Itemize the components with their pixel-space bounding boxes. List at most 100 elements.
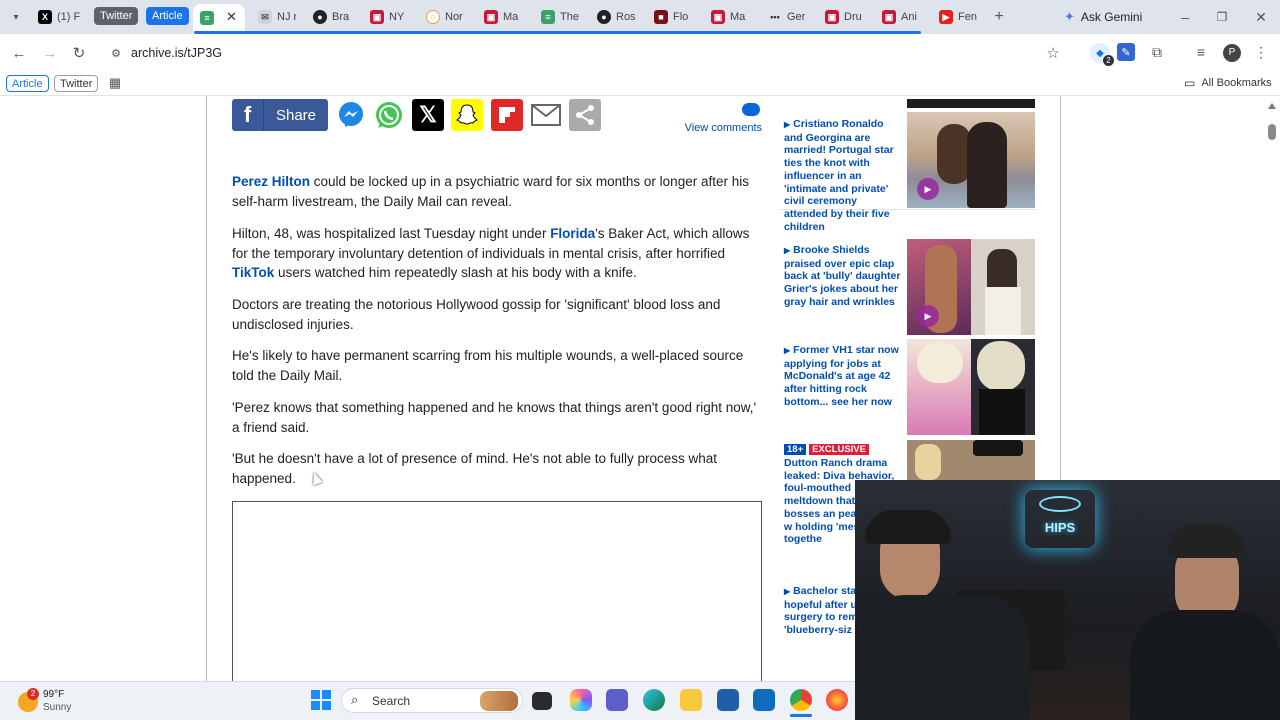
file-explorer-icon[interactable] xyxy=(680,689,702,711)
sidebar-item[interactable]: ▶ Brooke Shields praised over epic clap b… xyxy=(779,239,1037,337)
bullet-arrow-icon: ▶ xyxy=(784,346,791,355)
grammar-extension-icon[interactable]: ✎ xyxy=(1117,43,1135,61)
store-icon[interactable] xyxy=(717,689,739,711)
tab-ny[interactable]: ▣ NY xyxy=(370,6,410,28)
new-tab-icon[interactable]: + xyxy=(990,8,1008,26)
tab-ani[interactable]: ▣ Ani xyxy=(882,6,922,28)
tab-ros[interactable]: ● Ros xyxy=(597,6,637,28)
bookmark-article[interactable]: Article xyxy=(6,75,49,92)
tab-bra[interactable]: ● Bra xyxy=(313,6,353,28)
bookmark-twitter[interactable]: Twitter xyxy=(54,75,99,92)
tab-fen[interactable]: ▶ Fen xyxy=(939,6,979,28)
comment-bubble-icon xyxy=(742,103,760,116)
taskbar-search-box[interactable]: ⌕ Search xyxy=(341,688,523,713)
more-share-button[interactable] xyxy=(569,99,601,131)
tiktok-link[interactable]: TikTok xyxy=(232,265,274,280)
browser-toolbar: ← → ↻ ⚙ archive.is/tJP3G ☆ ◆ 2 ✎ ⧉ ≡ P ⋮ xyxy=(0,34,1280,72)
reload-icon[interactable]: ↻ xyxy=(70,44,88,62)
exclusive-badge: EXCLUSIVE xyxy=(809,444,869,455)
tab-ger[interactable]: ••• Ger xyxy=(768,6,808,28)
all-bookmarks-button[interactable]: ▭ All Bookmarks xyxy=(1184,76,1272,90)
back-icon[interactable]: ← xyxy=(10,44,28,62)
tab-nor[interactable]: ○ Nor xyxy=(426,6,466,28)
sidebar-item[interactable]: ▶ Former VH1 star now applying for jobs a… xyxy=(779,339,1037,437)
scroll-up-arrow-icon[interactable] xyxy=(1268,103,1276,109)
tab-label: (1) F xyxy=(57,11,80,23)
tab-the[interactable]: ≡ The xyxy=(541,6,581,28)
tab-nj[interactable]: ✉ NJ r xyxy=(258,6,296,28)
apps-grid-icon[interactable]: ▦ xyxy=(107,75,123,91)
thumbnail-image: ▶ xyxy=(907,112,1035,208)
task-view-icon[interactable] xyxy=(532,692,552,710)
thumbnail-image xyxy=(907,440,1035,480)
x-icon: 𝕏 xyxy=(419,102,437,127)
weather-widget[interactable]: 2 99°F Sunny xyxy=(18,688,118,716)
search-icon: ⌕ xyxy=(351,692,359,707)
chrome-icon[interactable] xyxy=(790,689,812,711)
bookmarks-bar: Article Twitter ▦ ▭ All Bookmarks xyxy=(0,72,1280,96)
scrollbar-thumb[interactable] xyxy=(1268,124,1276,140)
bookmark-star-icon[interactable]: ☆ xyxy=(1044,44,1062,62)
play-icon: ▶ xyxy=(917,178,939,200)
extensions-puzzle-icon[interactable]: ⧉ xyxy=(1148,43,1166,61)
sidebar-headline: ▶ Brooke Shields praised over epic clap b… xyxy=(784,244,901,308)
forward-icon[interactable]: → xyxy=(41,44,59,62)
copilot-icon[interactable] xyxy=(570,689,592,711)
address-bar[interactable]: ⚙ archive.is/tJP3G ☆ xyxy=(100,38,1070,68)
sidebar-headline: ▶ Former VH1 star now applying for jobs a… xyxy=(784,344,899,408)
florida-link[interactable]: Florida xyxy=(550,226,595,241)
perez-hilton-link[interactable]: Perez Hilton xyxy=(232,174,310,189)
email-share-button[interactable] xyxy=(530,99,562,131)
close-tab-icon[interactable]: ✕ xyxy=(226,9,237,25)
host-left-body xyxy=(855,595,1030,720)
sidebar-item[interactable]: ▶ Cristiano Ronaldo and Georgina are marr… xyxy=(779,112,1037,233)
snapchat-share-button[interactable] xyxy=(451,99,483,131)
play-icon: ▶ xyxy=(917,305,939,327)
teams-icon[interactable] xyxy=(606,689,628,711)
gemini-sparkle-icon: ✦ xyxy=(1064,9,1075,24)
whatsapp-share-button[interactable] xyxy=(373,99,405,131)
ask-gemini-button[interactable]: ✦ Ask Gemini xyxy=(1064,7,1142,27)
url-text[interactable]: archive.is/tJP3G xyxy=(131,46,222,60)
mail-icon[interactable] xyxy=(753,689,775,711)
minimize-icon[interactable]: – xyxy=(1176,8,1194,26)
facebook-share-button[interactable]: f Share xyxy=(232,99,328,131)
profile-avatar[interactable]: P xyxy=(1223,44,1241,62)
thumbnail-image: ▶ xyxy=(907,239,1035,335)
tab-group-article[interactable]: Article xyxy=(146,7,189,25)
bullet-arrow-icon: ▶ xyxy=(784,120,791,129)
window-close-icon[interactable]: ✕ xyxy=(1252,8,1270,26)
embedded-video-frame[interactable] xyxy=(232,501,762,683)
extension-icon[interactable]: ◆ 2 xyxy=(1090,43,1114,66)
tab-ma-2[interactable]: ▣ Ma xyxy=(711,6,751,28)
folder-icon: ▭ xyxy=(1184,76,1196,90)
age-badge: 18+ xyxy=(784,444,807,455)
reading-list-icon[interactable]: ≡ xyxy=(1192,43,1210,61)
messenger-share-button[interactable] xyxy=(335,99,367,131)
tab-dru[interactable]: ▣ Dru xyxy=(825,6,865,28)
restore-icon[interactable]: ❐ xyxy=(1213,8,1231,26)
menu-kebab-icon[interactable]: ⋮ xyxy=(1254,43,1268,61)
x-logo-icon: X xyxy=(38,10,52,24)
x-share-button[interactable]: 𝕏 xyxy=(412,99,444,131)
neon-sign: HIPS xyxy=(1025,490,1095,548)
snapchat-ghost-icon xyxy=(456,104,478,125)
sidebar-item-top-partial[interactable] xyxy=(779,99,1037,111)
headphones-left xyxy=(865,510,951,544)
tab-flo[interactable]: ■ Flo xyxy=(654,6,694,28)
extension-badge: 2 xyxy=(1103,55,1114,66)
tab-group-twitter[interactable]: Twitter xyxy=(94,7,139,25)
search-highlight-image xyxy=(480,691,518,711)
edge-icon[interactable] xyxy=(643,689,665,711)
site-info-icon[interactable]: ⚙ xyxy=(108,45,124,61)
windows-start-icon[interactable] xyxy=(310,689,332,711)
tab-x[interactable]: X (1) F xyxy=(38,6,80,28)
chrome-active-indicator xyxy=(790,714,812,717)
tab-strip: ▾ X (1) F Twitter Article ≡ ✕ ✉ NJ r ● Bra… xyxy=(0,0,1280,34)
thumbnail-image xyxy=(907,99,1035,108)
flipboard-share-button[interactable] xyxy=(491,99,523,131)
tab-search-chevron-icon[interactable]: ▾ xyxy=(8,9,24,25)
tab-ma-1[interactable]: ▣ Ma xyxy=(484,6,524,28)
firefox-icon[interactable] xyxy=(826,689,848,711)
tab-active[interactable]: ≡ ✕ xyxy=(193,4,245,34)
